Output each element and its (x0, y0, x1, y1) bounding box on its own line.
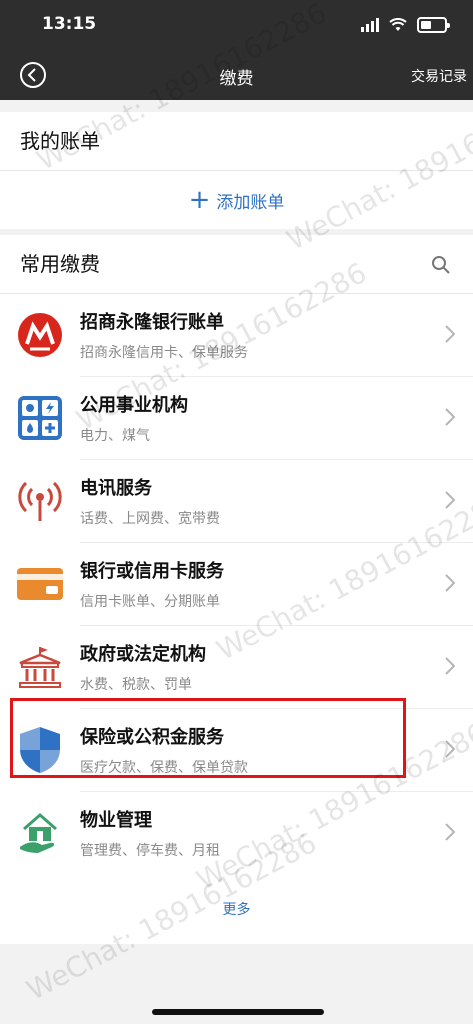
signal-icon (361, 18, 379, 32)
payment-item-telecom[interactable]: 电讯服务 话费、上网费、宽带费 (0, 460, 473, 542)
chevron-right-icon (445, 325, 455, 343)
government-building-icon (19, 647, 61, 688)
chevron-right-icon (445, 491, 455, 509)
status-time: 13:15 (42, 14, 97, 34)
payment-item-bank[interactable]: 招商永隆银行账单 招商永隆信用卡、保单服务 (0, 294, 473, 376)
add-bill-label: 添加账单 (216, 192, 285, 213)
my-bills-title: 我的账单 (20, 129, 100, 153)
antenna-icon (18, 481, 62, 521)
chevron-right-icon (445, 657, 455, 675)
item-desc: 管理费、停车费、月租 (80, 843, 220, 859)
payment-item-government[interactable]: 政府或法定机构 水费、税款、罚单 (0, 626, 473, 708)
search-icon[interactable] (431, 255, 451, 275)
item-name: 公用事业机构 (80, 395, 188, 416)
chevron-right-icon (445, 740, 455, 758)
payment-item-card[interactable]: 银行或信用卡服务 信用卡账单、分期账单 (0, 543, 473, 625)
chevron-right-icon (445, 823, 455, 841)
common-payments-title: 常用缴费 (20, 252, 100, 276)
item-name: 银行或信用卡服务 (80, 561, 224, 582)
common-payments-card: 常用缴费 招商永隆银行账单 招商永隆信用卡、保单服务 公用事业机构 电力、煤气 … (0, 235, 473, 944)
my-bills-card: 我的账单 + 添加账单 (0, 112, 473, 229)
chevron-right-icon (445, 574, 455, 592)
item-name: 物业管理 (80, 810, 152, 831)
item-desc: 招商永隆信用卡、保单服务 (80, 345, 248, 361)
item-name: 保险或公积金服务 (80, 727, 224, 748)
item-desc: 信用卡账单、分期账单 (80, 594, 220, 610)
house-hand-icon (20, 813, 57, 853)
page-title: 缴费 (219, 69, 254, 89)
payment-item-property[interactable]: 物业管理 管理费、停车费、月租 (0, 792, 473, 874)
more-link[interactable]: 更多 (0, 874, 473, 944)
shield-icon (20, 727, 60, 773)
add-bill-button[interactable]: + 添加账单 (0, 171, 473, 229)
item-name: 政府或法定机构 (80, 644, 206, 665)
chevron-right-icon (445, 408, 455, 426)
bank-logo-icon (18, 313, 62, 357)
utility-icon (18, 396, 62, 440)
status-icons (361, 17, 450, 33)
item-desc: 医疗欠款、保费、保单贷款 (80, 760, 248, 776)
item-name: 招商永隆银行账单 (80, 312, 224, 333)
home-indicator (152, 1009, 324, 1015)
top-bar: 13:15 缴费 交易记录 (0, 0, 473, 100)
wifi-icon (389, 18, 407, 31)
transaction-history-link[interactable]: 交易记录 (411, 66, 467, 86)
item-desc: 电力、煤气 (80, 428, 150, 444)
credit-card-icon (17, 568, 63, 600)
payment-item-utility[interactable]: 公用事业机构 电力、煤气 (0, 377, 473, 459)
item-name: 电讯服务 (80, 478, 152, 499)
plus-icon: + (188, 185, 211, 215)
nav-bar: 缴费 交易记录 (0, 50, 473, 100)
item-desc: 水费、税款、罚单 (80, 677, 192, 693)
battery-icon (417, 17, 450, 33)
status-bar: 13:15 (0, 0, 473, 50)
payment-item-insurance[interactable]: 保险或公积金服务 医疗欠款、保费、保单贷款 (0, 709, 473, 791)
item-desc: 话费、上网费、宽带费 (80, 511, 220, 527)
